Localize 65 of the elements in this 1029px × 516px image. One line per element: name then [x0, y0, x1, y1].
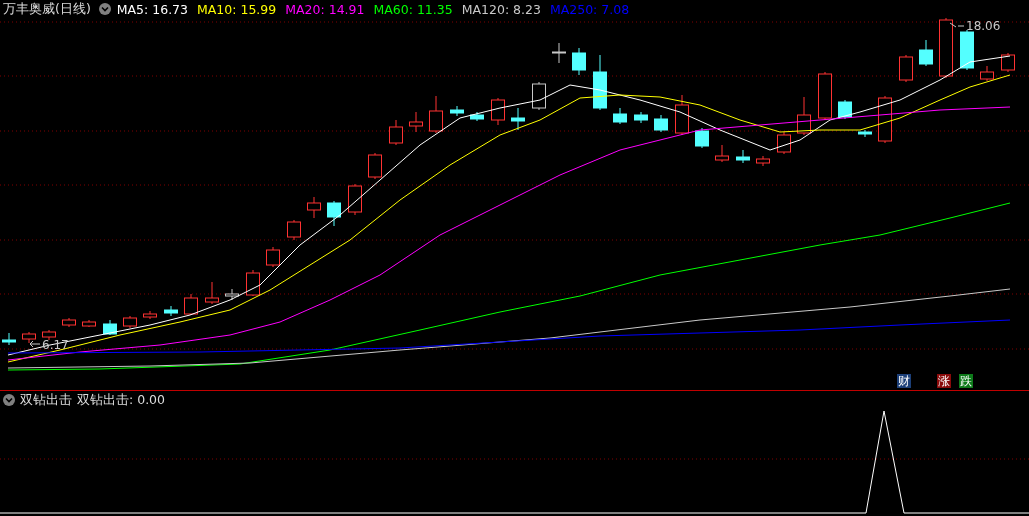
candlestick — [42, 329, 56, 341]
event-marker[interactable]: 涨 — [937, 374, 951, 388]
dropdown-icon[interactable] — [98, 3, 111, 15]
candlestick — [327, 200, 341, 227]
candlestick — [22, 331, 36, 344]
candlestick — [919, 39, 933, 67]
moving-average-reading: MA120: 8.23 — [461, 1, 541, 17]
candlestick — [838, 99, 852, 120]
candlestick — [143, 310, 157, 320]
indicator-reading: 双钻出击: 0.00 — [77, 391, 166, 409]
candlestick — [797, 96, 811, 136]
candlestick — [205, 281, 219, 305]
candlestick — [82, 319, 96, 328]
candlestick — [409, 111, 423, 133]
candlestick — [980, 65, 994, 82]
candlestick — [389, 119, 403, 146]
moving-average-reading: MA60: 11.35 — [373, 1, 453, 17]
moving-average-reading: MA250: 7.08 — [549, 1, 630, 17]
candlestick — [470, 111, 484, 122]
candlestick — [2, 332, 16, 346]
stock-title: 万丰奥威(日线) — [3, 0, 91, 18]
event-marker[interactable]: 跌 — [959, 374, 973, 388]
candlestick — [572, 47, 586, 76]
candlestick — [858, 129, 872, 138]
candlestick — [307, 196, 321, 219]
candlestick — [960, 29, 974, 71]
candlestick — [429, 95, 443, 134]
candlestick — [287, 219, 301, 241]
candlestick — [103, 319, 117, 336]
candlestick — [450, 105, 464, 117]
moving-average-reading: MA10: 15.99 — [197, 1, 277, 17]
candlestick — [123, 315, 137, 329]
leader-line — [29, 340, 41, 348]
candlestick — [899, 54, 913, 83]
candlestick — [532, 81, 546, 111]
dropdown-icon[interactable] — [3, 394, 15, 406]
candlestick — [225, 288, 239, 301]
candlestick — [939, 18, 953, 79]
candlestick — [266, 246, 280, 268]
candlestick — [491, 97, 505, 126]
leader-line — [949, 22, 965, 28]
candlestick — [348, 183, 362, 216]
candlestick — [593, 54, 607, 111]
candlestick — [736, 149, 750, 164]
high-price-label: 18.06 — [966, 19, 1001, 33]
candlestick — [695, 127, 709, 149]
candlestick — [184, 293, 198, 316]
candlestick — [818, 71, 832, 121]
candlestick — [164, 305, 178, 317]
moving-average-reading: MA20: 14.91 — [285, 1, 365, 17]
candlestick — [715, 144, 729, 163]
candlestick — [246, 269, 260, 297]
event-marker[interactable]: 财 — [897, 374, 911, 388]
candlestick — [368, 152, 382, 180]
candlestick — [613, 107, 627, 125]
candlestick — [756, 155, 770, 167]
candlestick — [634, 111, 648, 124]
indicator-title: 双钻出击 — [20, 391, 72, 409]
candlestick — [654, 114, 668, 133]
candlestick — [675, 94, 689, 136]
candlestick — [62, 317, 76, 328]
candlestick — [552, 42, 566, 64]
candlestick — [511, 107, 525, 131]
moving-average-reading: MA5: 16.73 — [116, 1, 189, 17]
candlestick — [1001, 52, 1015, 73]
